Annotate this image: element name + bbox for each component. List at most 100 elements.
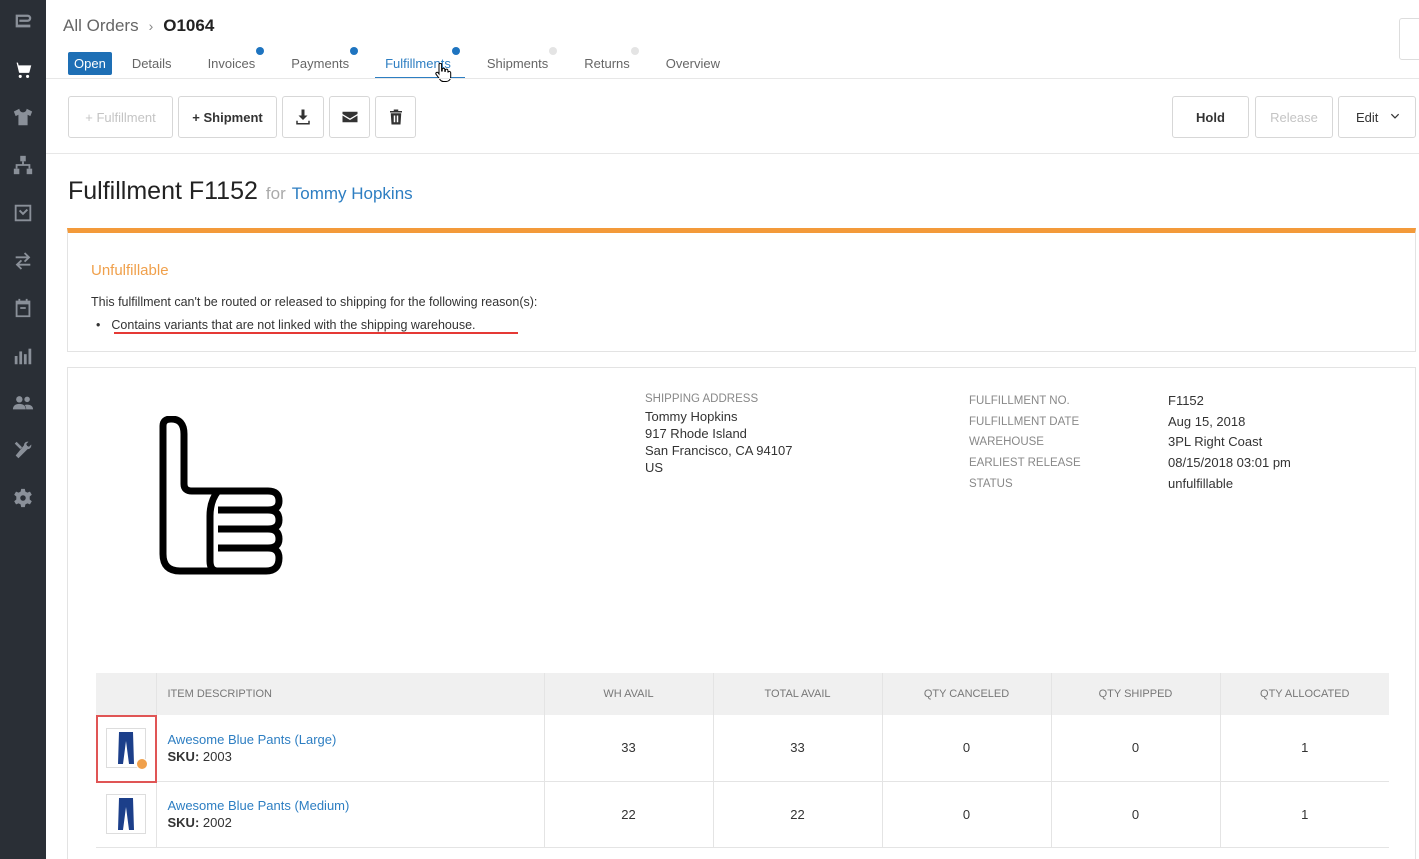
qty-canceled: 0 bbox=[881, 715, 1051, 782]
fulfillment-title: Fulfillment F1152 bbox=[68, 177, 258, 205]
tab-label: Returns bbox=[584, 55, 630, 71]
status-badge: Open bbox=[68, 51, 112, 75]
gear-icon[interactable] bbox=[0, 483, 46, 513]
meta-label: FULFILLMENT NO. bbox=[969, 395, 1070, 407]
product-image-cell bbox=[96, 781, 156, 848]
notification-dot bbox=[549, 47, 558, 55]
breadcrumb-all-orders[interactable]: All Orders bbox=[63, 16, 139, 36]
cart-icon[interactable] bbox=[0, 55, 46, 85]
transfer-icon[interactable] bbox=[0, 246, 46, 276]
meta-label: STATUS bbox=[969, 477, 1013, 490]
tools-icon[interactable] bbox=[0, 435, 46, 465]
alert-reason: • Contains variants that are not linked … bbox=[96, 318, 476, 332]
wh-avail: 33 bbox=[543, 715, 713, 782]
edit-label: Edit bbox=[1356, 109, 1379, 125]
tab-label: Invoices bbox=[207, 55, 256, 71]
shipping-country: US bbox=[645, 460, 664, 475]
shirt-icon[interactable] bbox=[0, 102, 46, 132]
qty-canceled: 0 bbox=[881, 781, 1051, 848]
item-description: Awesome Blue Pants (Medium) SKU: 2002 bbox=[155, 781, 544, 848]
alert-message: This fulfillment can't be routed or rele… bbox=[91, 295, 538, 309]
logo-icon[interactable] bbox=[0, 6, 46, 36]
notification-dot bbox=[630, 47, 639, 55]
tab-returns[interactable]: Returns bbox=[584, 47, 639, 79]
image-column-header bbox=[96, 673, 156, 715]
shipping-name: Tommy Hopkins bbox=[645, 409, 738, 424]
fulfillment-date: Aug 15, 2018 bbox=[1168, 413, 1246, 429]
table-header-row: ITEM DESCRIPTION WH AVAIL TOTAL AVAIL QT… bbox=[96, 673, 1389, 715]
item-link[interactable]: Awesome Blue Pants (Medium) bbox=[168, 798, 544, 813]
column-header: ITEM DESCRIPTION bbox=[155, 673, 544, 715]
sidebar bbox=[0, 0, 46, 859]
column-header: QTY SHIPPED bbox=[1050, 673, 1220, 715]
total-avail: 22 bbox=[712, 781, 882, 848]
total-avail: 33 bbox=[712, 715, 882, 782]
hierarchy-icon[interactable] bbox=[0, 150, 46, 180]
shipping-address-label: SHIPPING ADDRESS bbox=[645, 393, 759, 405]
edit-dropdown-button[interactable]: Edit bbox=[1338, 96, 1416, 138]
qty-allocated: 1 bbox=[1219, 715, 1389, 782]
fulfillment-status: unfulfillable bbox=[1168, 475, 1234, 491]
divider bbox=[46, 78, 1419, 79]
item-link[interactable]: Awesome Blue Pants (Large) bbox=[168, 732, 544, 747]
notification-dot bbox=[451, 47, 460, 55]
table-row: Awesome Blue Pants (Medium) SKU: 2002 22… bbox=[96, 781, 1389, 848]
notification-dot bbox=[350, 47, 359, 55]
product-thumbnail[interactable] bbox=[105, 794, 146, 834]
item-description: Awesome Blue Pants (Large) SKU: 2003 bbox=[155, 715, 544, 782]
tab-invoices[interactable]: Invoices bbox=[207, 47, 265, 79]
hand-cursor-icon bbox=[435, 63, 452, 82]
email-button[interactable] bbox=[329, 96, 370, 138]
title-for: for bbox=[265, 184, 286, 203]
add-shipment-button[interactable]: + Shipment bbox=[178, 96, 277, 138]
tab-label: Overview bbox=[665, 55, 720, 71]
divider bbox=[46, 153, 1419, 154]
shipping-line2: San Francisco, CA 94107 bbox=[645, 443, 793, 458]
bar-chart-icon[interactable] bbox=[0, 341, 46, 371]
warehouse: 3PL Right Coast bbox=[1168, 434, 1263, 450]
trash-icon bbox=[389, 109, 402, 125]
users-icon[interactable] bbox=[0, 388, 46, 418]
envelope-icon bbox=[342, 111, 357, 123]
tab-label: Details bbox=[131, 55, 172, 71]
sku-value: 2002 bbox=[202, 815, 232, 830]
page-title: Fulfillment F1152 for Tommy Hopkins bbox=[68, 177, 413, 206]
highlight-annotation-box bbox=[96, 715, 157, 783]
inbox-icon[interactable] bbox=[0, 198, 46, 228]
add-fulfillment-button[interactable]: + Fulfillment bbox=[68, 96, 173, 138]
tab-label: Shipments bbox=[486, 55, 549, 71]
tab-payments[interactable]: Payments bbox=[291, 47, 359, 79]
thumbs-up-icon bbox=[159, 416, 283, 575]
alert-reason-text: Contains variants that are not linked wi… bbox=[111, 318, 476, 332]
table-row: Awesome Blue Pants (Large) SKU: 2003 33 … bbox=[96, 715, 1389, 782]
meta-label: EARLIEST RELEASE bbox=[969, 457, 1081, 470]
calendar-icon[interactable] bbox=[0, 293, 46, 323]
breadcrumb-current-order: O1064 bbox=[163, 16, 215, 35]
earliest-release: 08/15/2018 03:01 pm bbox=[1168, 455, 1291, 471]
sku-value: 2003 bbox=[202, 748, 232, 764]
qty-allocated: 1 bbox=[1219, 781, 1389, 848]
release-button[interactable]: Release bbox=[1255, 96, 1333, 138]
notification-dot bbox=[256, 47, 265, 55]
breadcrumb: All Orders › O1064 bbox=[63, 16, 214, 36]
fulfillment-number: F1152 bbox=[1168, 393, 1204, 408]
download-button[interactable] bbox=[282, 96, 324, 138]
tab-overview[interactable]: Overview bbox=[666, 47, 720, 79]
column-header: WH AVAIL bbox=[543, 673, 713, 715]
hold-button[interactable]: Hold bbox=[1172, 96, 1249, 138]
pants-icon bbox=[117, 798, 134, 830]
tab-details[interactable]: Details bbox=[132, 47, 172, 79]
fulfillment-meta-values: F1152 Aug 15, 2018 3PL Right Coast 08/15… bbox=[1168, 391, 1291, 495]
chevron-down-icon bbox=[1391, 113, 1400, 119]
delete-button[interactable] bbox=[375, 96, 416, 138]
meta-label: WAREHOUSE bbox=[969, 436, 1044, 449]
customer-link[interactable]: Tommy Hopkins bbox=[292, 184, 413, 204]
sku-label: SKU: bbox=[167, 748, 200, 764]
tab-shipments[interactable]: Shipments bbox=[486, 47, 558, 79]
qty-shipped: 0 bbox=[1050, 715, 1220, 782]
column-header: QTY ALLOCATED bbox=[1219, 673, 1389, 715]
tab-label: Payments bbox=[291, 55, 350, 71]
download-icon bbox=[296, 109, 310, 125]
order-tabs: Open Details Invoices Payments Fulfillme… bbox=[68, 47, 756, 79]
search-box-stub[interactable] bbox=[1399, 18, 1419, 60]
